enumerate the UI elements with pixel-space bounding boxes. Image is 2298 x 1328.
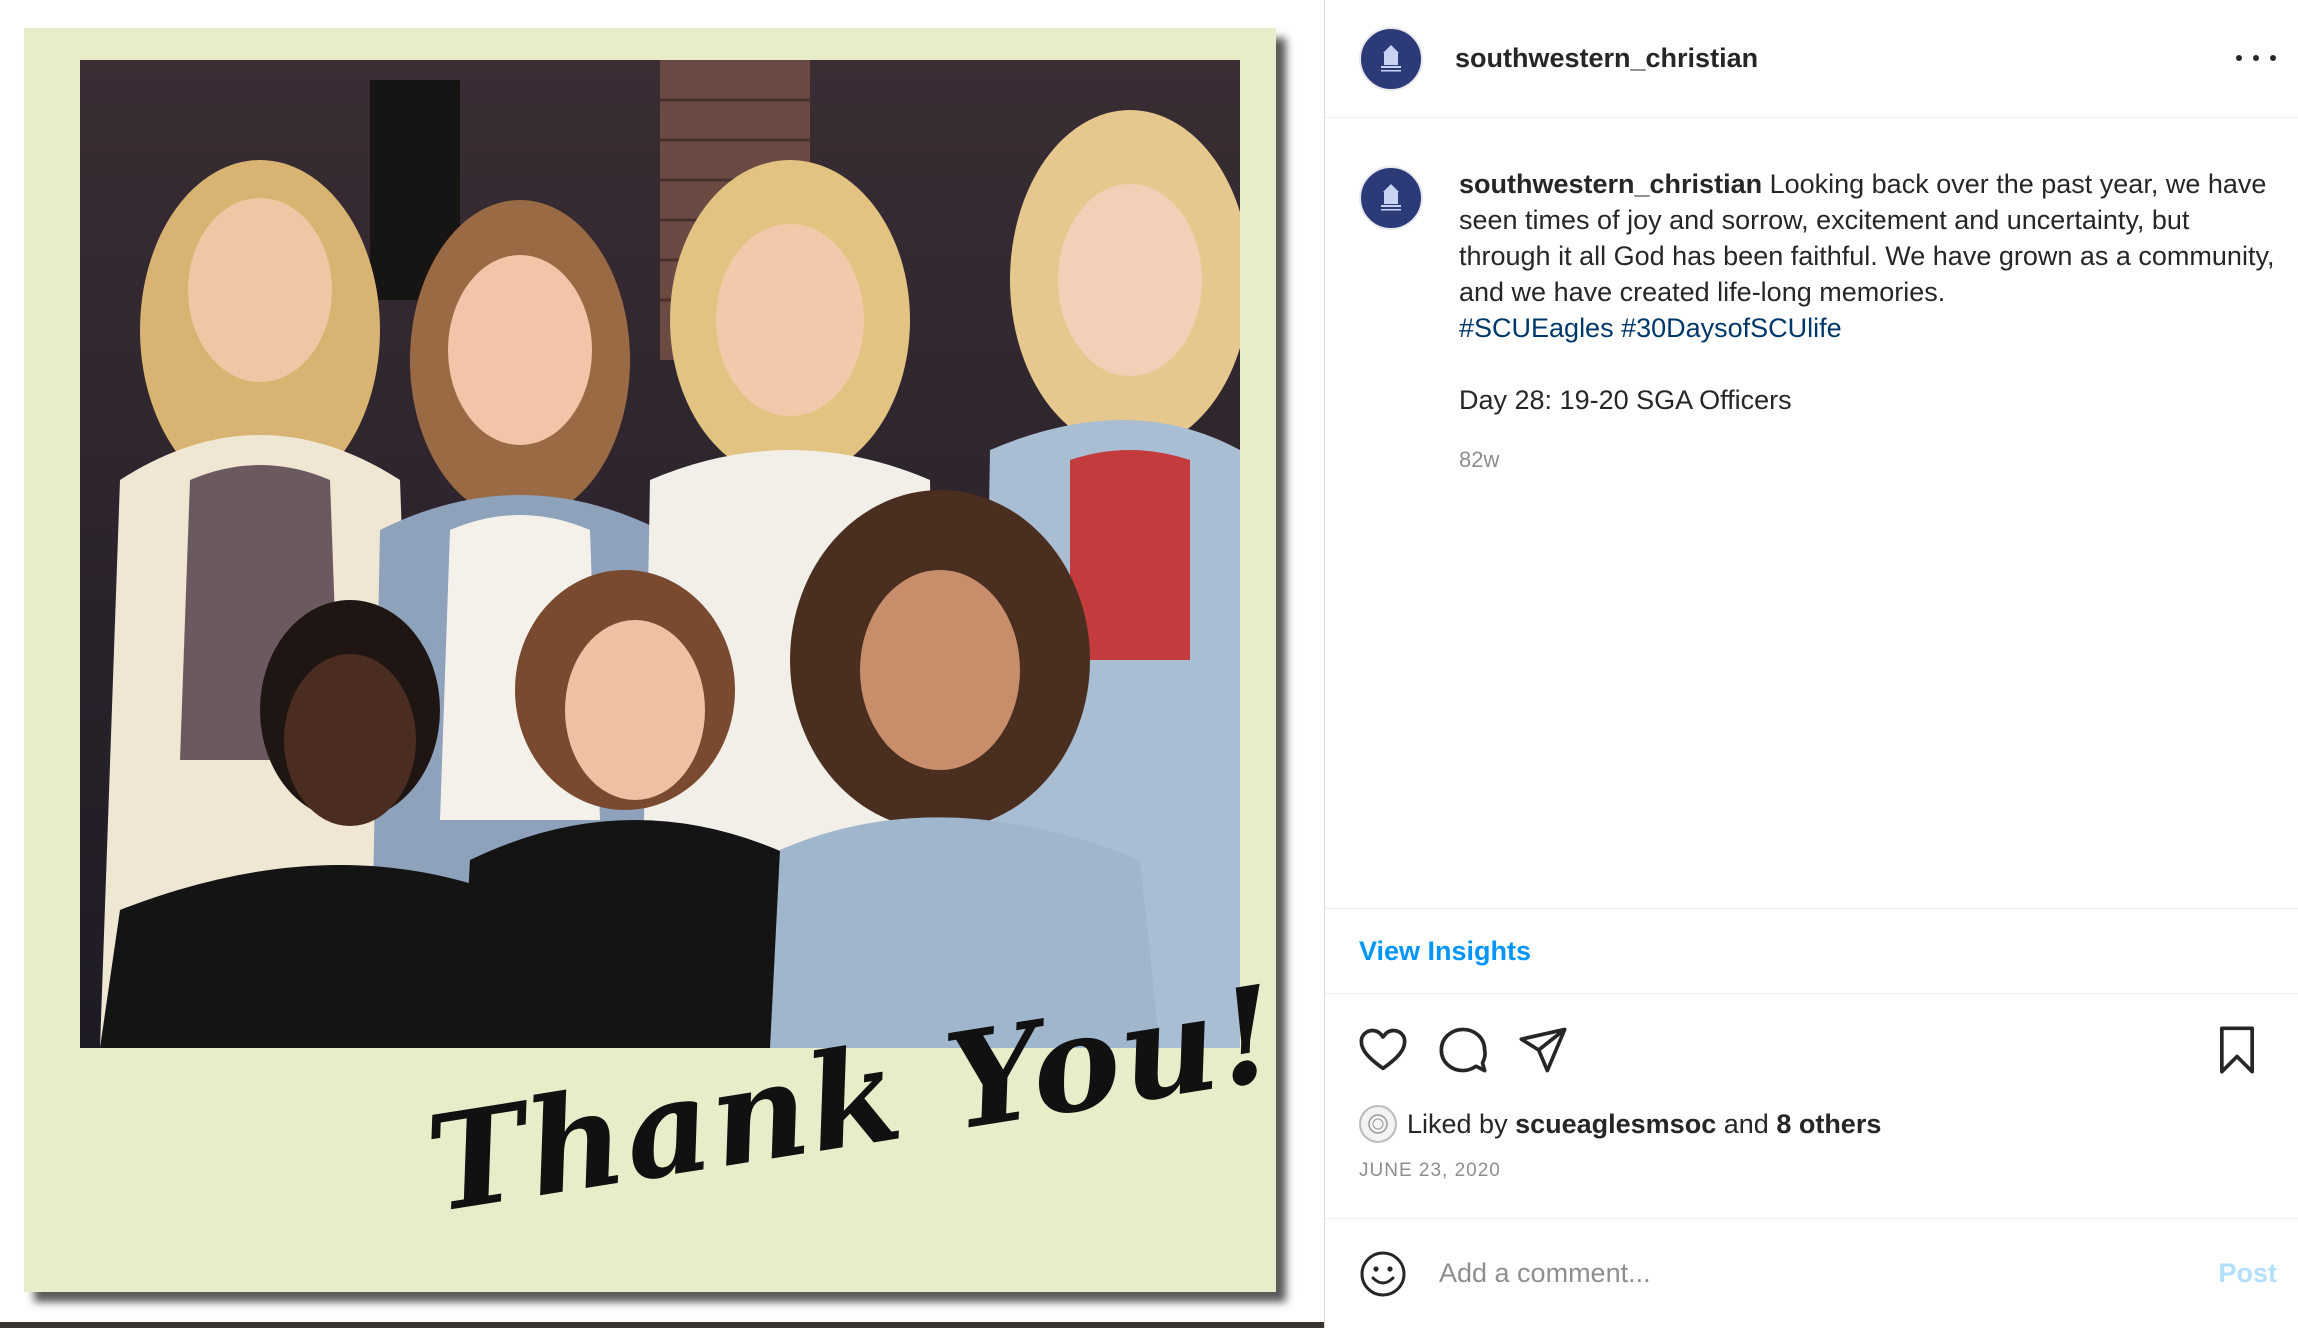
seal-icon — [1368, 1114, 1388, 1134]
likes-others-link[interactable]: 8 others — [1776, 1109, 1881, 1140]
post-date[interactable]: JUNE 23, 2020 — [1359, 1160, 1501, 1182]
header-username[interactable]: southwestern_christian — [1455, 43, 1758, 74]
likes-prefix: Liked by — [1407, 1108, 1508, 1139]
caption-avatar[interactable] — [1359, 166, 1423, 230]
comment-icon[interactable] — [1437, 1024, 1489, 1076]
action-bar — [1325, 994, 2298, 1094]
view-insights-button[interactable]: View Insights — [1359, 936, 1531, 967]
caption-time-ago[interactable]: 82w — [1459, 442, 2279, 478]
emoji-icon[interactable] — [1359, 1250, 1407, 1298]
post-header: southwestern_christian — [1325, 0, 2298, 118]
comment-input[interactable] — [1439, 1258, 2219, 1289]
heart-icon[interactable] — [1357, 1024, 1409, 1076]
bottom-divider — [0, 1322, 1324, 1328]
post-media[interactable]: Thank You! — [0, 0, 1324, 1328]
likes-summary: Liked by scueaglesmsoc and 8 others — [1359, 1102, 1881, 1146]
profile-avatar[interactable] — [1359, 26, 1423, 91]
hashtag-link[interactable]: #30DaysofSCUlife — [1621, 313, 1842, 343]
group-photo-illustration — [80, 60, 1240, 1048]
caption-area: southwestern_christian Looking back over… — [1325, 118, 2298, 908]
university-logo-icon — [1381, 44, 1401, 71]
caption-text: southwestern_christian Looking back over… — [1459, 166, 2279, 478]
hashtag-link[interactable]: #SCUEagles — [1459, 313, 1614, 343]
polaroid-frame: Thank You! — [24, 28, 1289, 1292]
insights-row: View Insights — [1325, 908, 2298, 994]
post-comment-button[interactable]: Post — [2218, 1258, 2277, 1289]
more-options-icon[interactable] — [2236, 44, 2276, 72]
bookmark-icon[interactable] — [2211, 1024, 2263, 1076]
caption-extra-line: Day 28: 19-20 SGA Officers — [1459, 385, 1792, 415]
university-logo-icon — [1381, 184, 1401, 211]
group-photo — [80, 60, 1240, 1048]
comment-bar: Post — [1325, 1218, 2298, 1328]
liker-username[interactable]: scueaglesmsoc — [1515, 1109, 1716, 1140]
share-icon[interactable] — [1517, 1024, 1569, 1076]
post-panel: southwestern_christian southwestern_chri… — [1324, 0, 2298, 1328]
liker-avatar[interactable] — [1359, 1105, 1397, 1143]
caption-username[interactable]: southwestern_christian — [1459, 169, 1762, 199]
likes-conjunction: and — [1723, 1108, 1769, 1139]
